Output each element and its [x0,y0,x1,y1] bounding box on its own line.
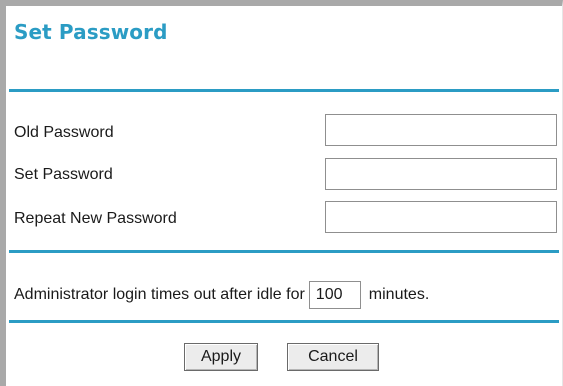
timeout-row: Administrator login times out after idle… [14,281,429,309]
set-password-label: Set Password [14,166,113,183]
repeat-password-label: Repeat New Password [14,210,177,227]
timeout-prefix-text: Administrator login times out after idle… [14,286,305,303]
set-password-panel: Set Password Old Password Set Password R… [0,0,563,386]
set-password-field[interactable] [325,158,557,190]
title-divider [9,89,559,92]
fields-divider [9,250,559,253]
page-title: Set Password [14,20,168,44]
timeout-suffix-text: minutes. [368,286,430,303]
apply-button[interactable]: Apply [184,343,258,371]
repeat-password-field[interactable] [325,201,557,233]
timeout-divider [9,320,559,323]
cancel-button[interactable]: Cancel [287,343,379,371]
old-password-label: Old Password [14,124,114,141]
idle-timeout-input[interactable] [308,281,361,309]
old-password-field[interactable] [325,114,557,146]
